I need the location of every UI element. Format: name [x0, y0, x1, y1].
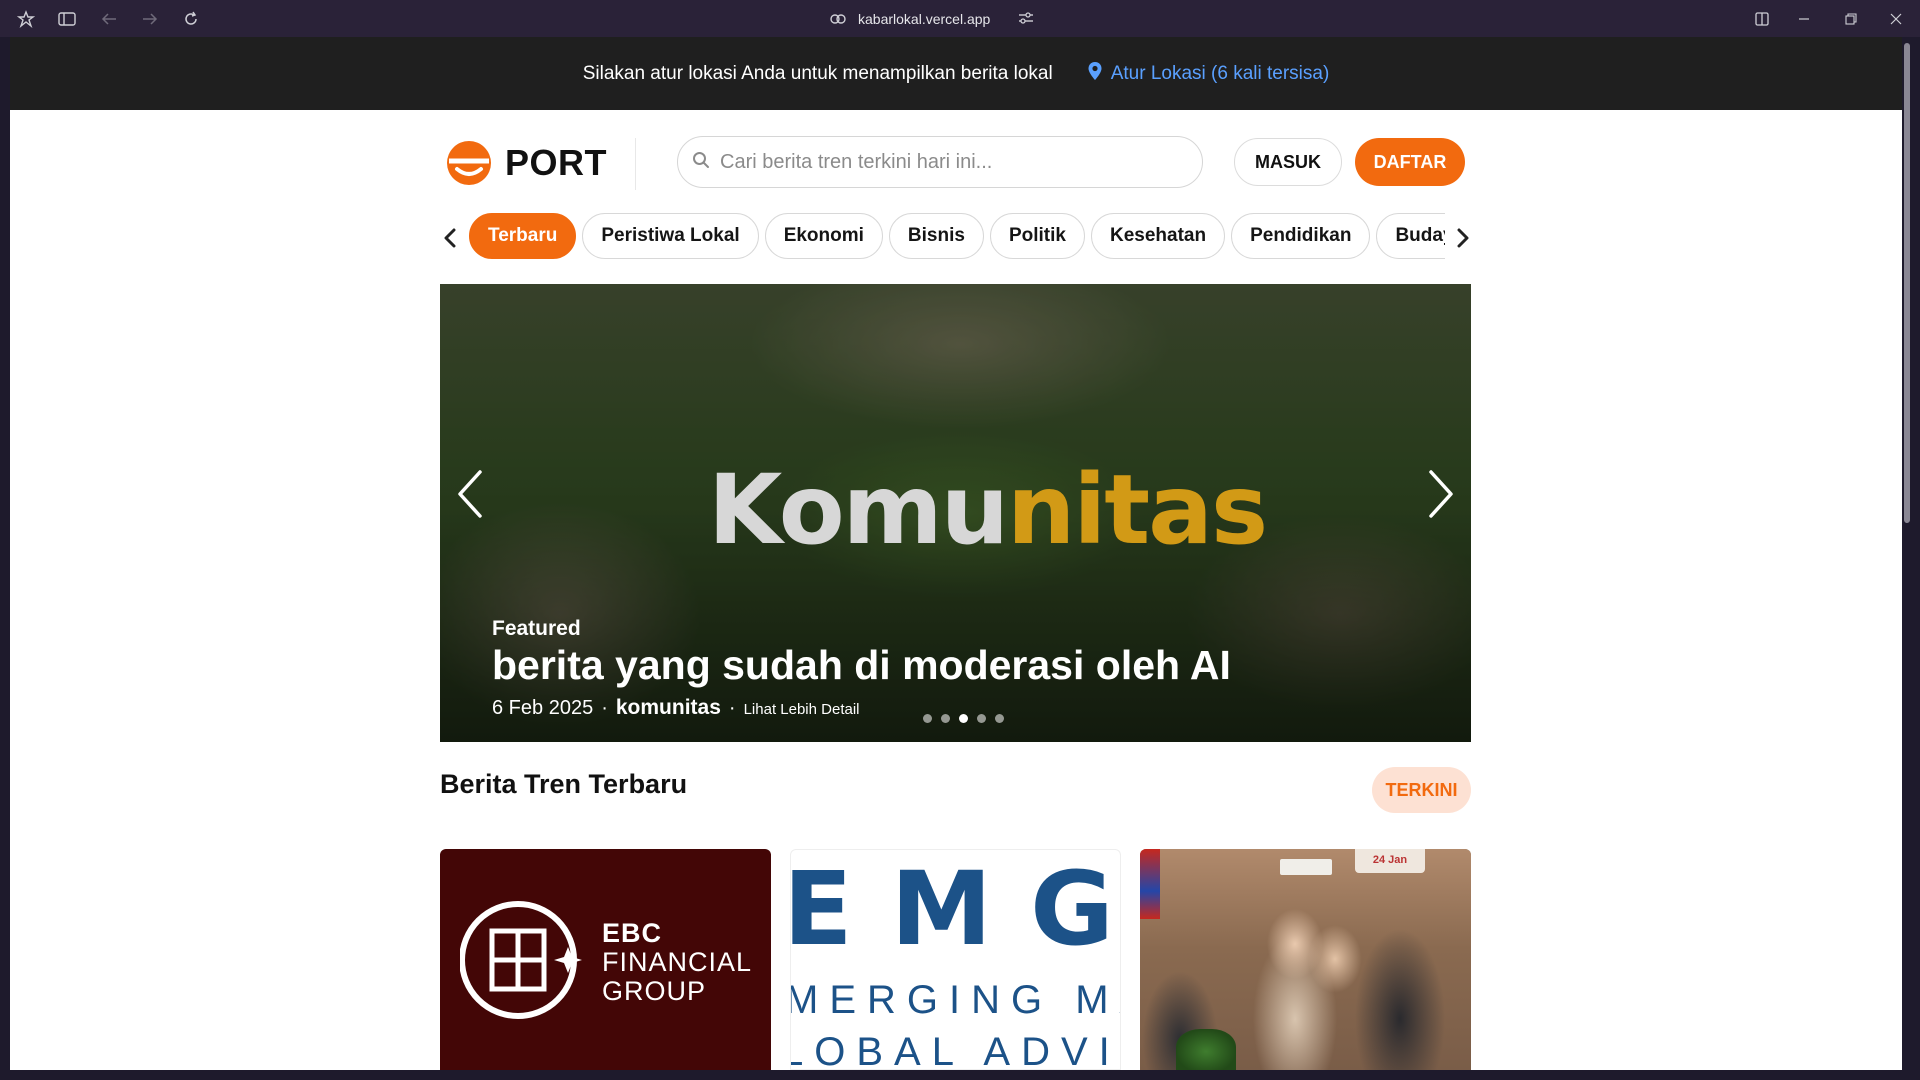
featured-source[interactable]: komunitas: [616, 696, 721, 720]
news-card[interactable]: 24 Jan: [1140, 849, 1471, 1070]
location-banner-message: Silakan atur lokasi Anda untuk menampilk…: [582, 62, 1053, 84]
scrollbar-thumb[interactable]: [1904, 43, 1910, 523]
sidebar-toggle-icon[interactable]: [57, 9, 77, 29]
close-window-icon[interactable]: [1886, 9, 1906, 29]
tab-peristiwa-lokal[interactable]: Peristiwa Lokal: [582, 213, 759, 259]
featured-image-text: Komunitas: [708, 454, 1268, 566]
browser-toolbar: kabarlokal.vercel.app: [0, 0, 1920, 37]
set-location-link[interactable]: Atur Lokasi (6 kali tersisa): [1087, 61, 1330, 87]
url-text[interactable]: kabarlokal.vercel.app: [858, 11, 990, 27]
split-view-icon[interactable]: [1752, 9, 1772, 29]
link-icon: [830, 11, 846, 27]
ebc-line-2: FINANCIAL: [602, 947, 753, 977]
terkini-button[interactable]: TERKINI: [1372, 767, 1471, 813]
chevron-left-icon: [444, 228, 456, 248]
emg-line-2: MERGING MA: [790, 978, 1120, 1022]
featured-carousel[interactable]: Komunitas Featured berita yang sudah di …: [440, 284, 1471, 742]
carousel-next-button[interactable]: [1421, 464, 1461, 524]
meta-separator: ·: [601, 697, 608, 719]
section-title: Berita Tren Terbaru: [440, 769, 688, 799]
ebc-logo-icon: [460, 901, 582, 1019]
tab-pendidikan[interactable]: Pendidikan: [1231, 213, 1371, 259]
ebc-line-3: GROUP: [602, 976, 707, 1006]
meta-separator: ·: [728, 697, 736, 719]
reload-icon[interactable]: [181, 9, 201, 29]
news-card[interactable]: EBC FINANCIAL GROUP: [440, 849, 771, 1070]
tab-budaya[interactable]: Budaya: [1376, 213, 1445, 259]
ebc-line-1: EBC: [602, 918, 663, 948]
emg-line-3: LOBAL ADVIS: [790, 1030, 1121, 1070]
minimize-icon[interactable]: [1794, 9, 1814, 29]
carousel-dot[interactable]: [941, 714, 950, 723]
carousel-dot[interactable]: [923, 714, 932, 723]
plant-decoration: [1176, 1029, 1236, 1070]
tab-terbaru[interactable]: Terbaru: [469, 213, 577, 259]
carousel-dot-active[interactable]: [959, 714, 968, 723]
browser-logo-icon[interactable]: [16, 9, 36, 29]
chevron-left-icon: [458, 470, 482, 518]
site-settings-icon[interactable]: [1018, 11, 1034, 27]
emg-logo-text: EMG: [790, 850, 1114, 969]
search-input[interactable]: [720, 150, 1160, 174]
back-arrow-icon[interactable]: [99, 9, 119, 29]
featured-meta: 6 Feb 2025 · komunitas · Lihat Lebih Det…: [492, 696, 860, 720]
tab-ekonomi[interactable]: Ekonomi: [764, 213, 883, 259]
carousel-prev-button[interactable]: [450, 464, 490, 524]
tab-kesehatan[interactable]: Kesehatan: [1090, 213, 1226, 259]
news-card-photo: 24 Jan: [1140, 849, 1471, 1070]
search-icon: [692, 151, 710, 174]
carousel-indicators: [923, 714, 1004, 723]
photo-sign: 24 Jan: [1355, 849, 1425, 873]
featured-more-link[interactable]: Lihat Lebih Detail: [744, 701, 860, 718]
location-banner: Silakan atur lokasi Anda untuk menampilk…: [10, 37, 1902, 110]
featured-title[interactable]: berita yang sudah di moderasi oleh AI: [492, 642, 1231, 689]
forward-arrow-icon[interactable]: [140, 9, 160, 29]
news-card[interactable]: EMG MERGING MA LOBAL ADVIS: [790, 849, 1121, 1070]
featured-label: Featured: [492, 617, 581, 640]
chevron-right-icon: [1429, 470, 1453, 518]
tab-bisnis[interactable]: Bisnis: [888, 213, 984, 259]
port-logo-icon: [447, 141, 491, 185]
restore-icon[interactable]: [1841, 9, 1861, 29]
categories-prev-button[interactable]: [438, 223, 462, 253]
category-tabs: Terbaru Peristiwa Lokal Ekonomi Bisnis P…: [469, 213, 1445, 263]
carousel-dot[interactable]: [995, 714, 1004, 723]
address-bar[interactable]: kabarlokal.vercel.app: [830, 8, 1034, 30]
site-logo[interactable]: PORT: [445, 138, 607, 188]
login-button[interactable]: MASUK: [1234, 138, 1342, 186]
logo-text: PORT: [505, 142, 608, 183]
set-location-label[interactable]: Atur Lokasi (6 kali tersisa): [1111, 63, 1330, 85]
chevron-right-icon: [1457, 228, 1469, 248]
header-divider: [635, 138, 636, 190]
ebc-wordmark: EBC FINANCIAL GROUP: [602, 919, 752, 1006]
categories-next-button[interactable]: [1451, 223, 1475, 253]
page-scrollbar[interactable]: [1902, 37, 1912, 1070]
search-box[interactable]: [677, 136, 1203, 188]
featured-date: 6 Feb 2025: [492, 697, 594, 719]
register-button[interactable]: DAFTAR: [1355, 138, 1465, 186]
carousel-dot[interactable]: [977, 714, 986, 723]
featured-image-text-part1: Komu: [708, 454, 1009, 566]
air-conditioner: [1280, 859, 1332, 875]
page-viewport: Silakan atur lokasi Anda untuk menampilk…: [10, 37, 1902, 1070]
featured-image-text-part2: nitas: [1007, 454, 1268, 566]
tab-politik[interactable]: Politik: [989, 213, 1085, 259]
flag-decoration: [1140, 849, 1160, 919]
map-pin-icon: [1087, 61, 1103, 87]
